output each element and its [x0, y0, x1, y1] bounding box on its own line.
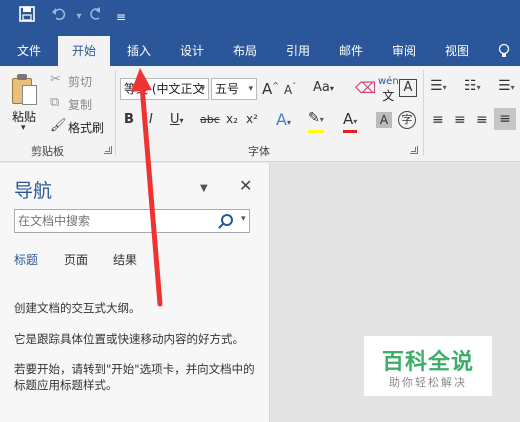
nav-search-box[interactable]: ▾ — [14, 209, 250, 233]
align-center-icon[interactable]: ≡ — [454, 112, 466, 128]
text-effects-icon[interactable]: A▾ — [276, 110, 291, 129]
nav-tab-results[interactable]: 结果 — [113, 251, 137, 268]
nav-help-line-3: 若要开始，请转到"开始"选项卡，并向文档中的标题应用标题样式。 — [14, 362, 255, 392]
tab-review[interactable]: 审阅 — [385, 36, 423, 66]
chevron-down-icon: ▾ — [248, 84, 253, 94]
justify-icon[interactable]: ≡ — [494, 108, 516, 130]
tab-file[interactable]: 文件 — [10, 36, 48, 66]
italic-button[interactable]: I — [149, 112, 153, 127]
bold-label: B — [124, 112, 134, 127]
align-right-icon[interactable]: ≡ — [476, 112, 488, 128]
font-color-icon[interactable]: A▾ — [343, 110, 357, 128]
tab-view[interactable]: 视图 — [438, 36, 476, 66]
chevron-down-icon: ▾ — [200, 84, 205, 94]
ribbon-tabs: 文件 开始 插入 设计 布局 引用 邮件 审阅 视图 — [0, 36, 520, 66]
character-shading-icon[interactable]: A — [376, 112, 392, 128]
nav-options-icon[interactable]: ▼ — [200, 183, 208, 194]
strikethrough-label: abc — [200, 113, 220, 126]
tab-insert[interactable]: 插入 — [120, 36, 158, 66]
tell-me-icon[interactable] — [492, 36, 516, 66]
search-icon[interactable] — [221, 214, 233, 226]
shrink-font-button[interactable]: Aˇ — [284, 82, 296, 97]
font-color-bar — [343, 130, 357, 133]
title-bar: ▾ ≡ — [0, 0, 520, 36]
save-icon[interactable] — [16, 6, 38, 28]
character-border-label: A — [403, 80, 413, 95]
nav-tab-headings[interactable]: 标题 — [14, 251, 38, 268]
scissors-icon: ✂ — [50, 72, 61, 87]
underline-label: U — [170, 112, 180, 127]
group-divider — [423, 70, 424, 156]
change-case-label: Aa — [313, 80, 330, 95]
highlight-icon[interactable]: ✎▾ — [308, 110, 324, 126]
clear-formatting-icon[interactable]: ⌫ — [355, 79, 376, 97]
font-group-label: 字体 — [248, 145, 270, 158]
bold-button[interactable]: B — [124, 112, 134, 127]
tab-references[interactable]: 引用 — [279, 36, 317, 66]
font-size-value: 五号 — [215, 82, 240, 96]
nav-help-line-2: 它是跟踪具体位置或快速移动内容的好方式。 — [14, 332, 244, 346]
watermark-main-text: 百科全说 — [381, 350, 474, 375]
highlight-color-bar — [308, 130, 324, 133]
clipboard-launcher-icon[interactable] — [104, 146, 112, 154]
subscript-label: x₂ — [226, 112, 238, 126]
tab-mailings[interactable]: 邮件 — [332, 36, 370, 66]
watermark-sub-text: 助你轻松解决 — [389, 376, 467, 389]
grow-font-button[interactable]: A^ — [262, 80, 279, 98]
tab-design[interactable]: 设计 — [173, 36, 211, 66]
paste-dropdown-icon[interactable]: ▾ — [21, 123, 26, 133]
numbering-icon[interactable]: ☷▾ — [464, 78, 481, 94]
italic-label: I — [149, 112, 153, 127]
tab-home[interactable]: 开始 — [58, 36, 110, 66]
format-painter-button[interactable]: 格式刷 — [68, 119, 104, 136]
format-painter-icon: 🖌 — [50, 118, 67, 133]
font-launcher-icon[interactable] — [410, 146, 418, 154]
close-icon[interactable]: ✕ — [239, 176, 252, 195]
character-border-button[interactable]: A — [399, 79, 417, 97]
nav-pane-title: 导航 — [14, 180, 53, 202]
navigation-pane: 导航 ▼ ✕ ▾ 标题 页面 结果 创建文档的交互式大纲。 它是跟踪具体位置或快… — [0, 163, 270, 422]
phonetic-label: wén — [378, 76, 399, 87]
font-name-value: 等线 (中文正文 — [124, 82, 205, 96]
font-size-combo[interactable]: 五号 ▾ — [211, 78, 257, 100]
strikethrough-button[interactable]: abc — [200, 113, 220, 126]
ribbon: 粘贴 ▾ ✂ 剪切 ⧉ 复制 🖌 格式刷 剪贴板 等线 (中文正文 ▾ 五号 ▾… — [0, 66, 520, 162]
customize-qat-icon[interactable]: ≡ — [110, 6, 132, 28]
shrink-font-label: A — [284, 83, 293, 97]
grow-font-label: A — [262, 80, 273, 98]
enclose-characters-icon[interactable]: 字 — [398, 111, 416, 129]
cut-button[interactable]: 剪切 — [68, 73, 92, 90]
tab-layout[interactable]: 布局 — [226, 36, 264, 66]
nav-help-line-1: 创建文档的交互式大纲。 — [14, 301, 141, 315]
watermark-logo: 百科全说 助你轻松解决 — [364, 336, 492, 396]
superscript-button[interactable]: x² — [246, 112, 258, 126]
superscript-label: x² — [246, 112, 258, 126]
underline-button[interactable]: U▾ — [170, 112, 184, 127]
clipboard-group-label: 剪贴板 — [31, 145, 64, 158]
bullets-icon[interactable]: ☰▾ — [430, 78, 447, 94]
search-input[interactable] — [18, 213, 208, 229]
chevron-down-icon[interactable]: ▾ — [241, 214, 246, 224]
copy-button[interactable]: 复制 — [68, 96, 92, 113]
paste-icon[interactable] — [12, 74, 38, 106]
copy-icon: ⧉ — [50, 95, 60, 110]
redo-icon[interactable] — [84, 6, 106, 28]
phonetic-guide-button[interactable]: wén 文 — [378, 76, 399, 104]
undo-icon[interactable] — [48, 6, 70, 28]
subscript-button[interactable]: x₂ — [226, 112, 238, 126]
multilevel-list-icon[interactable]: ☰▾ — [498, 78, 515, 94]
change-case-button[interactable]: Aa▾ — [313, 80, 334, 95]
group-divider — [115, 70, 116, 156]
nav-tab-pages[interactable]: 页面 — [64, 251, 88, 268]
font-name-combo[interactable]: 等线 (中文正文 ▾ — [120, 78, 209, 100]
align-left-icon[interactable]: ≡ — [432, 112, 444, 128]
